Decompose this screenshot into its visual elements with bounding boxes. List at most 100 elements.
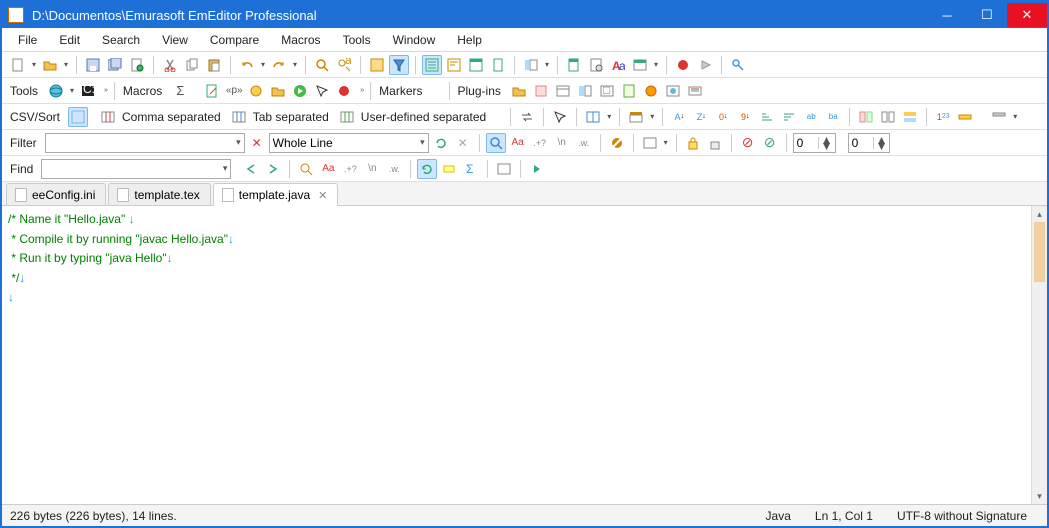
cmd-icon[interactable]: C:\ bbox=[78, 81, 98, 101]
run-green-icon[interactable] bbox=[290, 81, 310, 101]
negative-icon[interactable] bbox=[607, 133, 627, 153]
menu-tools[interactable]: Tools bbox=[333, 30, 381, 50]
macro-folder-icon[interactable] bbox=[268, 81, 288, 101]
count-icon[interactable]: Σ bbox=[461, 159, 481, 179]
ruler-icon[interactable] bbox=[955, 107, 975, 127]
cut-icon[interactable] bbox=[160, 55, 180, 75]
editor-area[interactable]: /* Name it "Hello.java" ↓ * Compile it b… bbox=[2, 206, 1047, 504]
overflow-icon[interactable]: » bbox=[100, 87, 108, 94]
font-icon[interactable]: Aa bbox=[608, 55, 628, 75]
sort-num-asc-icon[interactable]: 0↓ bbox=[713, 107, 733, 127]
line-num-icon[interactable]: 123 bbox=[933, 107, 953, 127]
wrap-around-icon[interactable] bbox=[417, 159, 437, 179]
redo-icon[interactable] bbox=[269, 55, 289, 75]
plugin-6-icon[interactable] bbox=[619, 81, 639, 101]
normal-mode-icon[interactable] bbox=[68, 107, 88, 127]
lines-above-spinner[interactable]: ▲▼ bbox=[793, 133, 836, 153]
filter-combo[interactable]: ▾ bbox=[45, 133, 245, 153]
plugin-1-icon[interactable] bbox=[509, 81, 529, 101]
tab-sep-label[interactable]: Tab separated bbox=[251, 110, 335, 124]
maximize-button[interactable]: ☐ bbox=[967, 3, 1007, 27]
menu-help[interactable]: Help bbox=[447, 30, 492, 50]
menu-macros[interactable]: Macros bbox=[271, 30, 330, 50]
sort-az-icon[interactable]: A↓ bbox=[669, 107, 689, 127]
wrap-page-icon[interactable] bbox=[488, 55, 508, 75]
wrap-window-icon[interactable] bbox=[466, 55, 486, 75]
plugin-3-icon[interactable] bbox=[553, 81, 573, 101]
sort-num-desc-icon[interactable]: 9↓ bbox=[735, 107, 755, 127]
macro-tool-icon[interactable] bbox=[246, 81, 266, 101]
lock-icon[interactable] bbox=[683, 133, 703, 153]
menu-window[interactable]: Window bbox=[383, 30, 446, 50]
menu-view[interactable]: View bbox=[152, 30, 198, 50]
dropdown-caret-icon[interactable]: ▾ bbox=[652, 60, 660, 69]
advanced-find-icon[interactable] bbox=[494, 159, 514, 179]
dedup-icon[interactable] bbox=[856, 107, 876, 127]
tab-eeconfig[interactable]: eeConfig.ini bbox=[6, 183, 106, 205]
plugin-2-icon[interactable] bbox=[531, 81, 551, 101]
block-icon[interactable]: ⊘ bbox=[760, 133, 780, 153]
properties-icon[interactable] bbox=[586, 55, 606, 75]
tab-close-icon[interactable]: ✕ bbox=[318, 189, 327, 202]
dropdown-caret-icon[interactable]: ▾ bbox=[259, 60, 267, 69]
save-all-icon[interactable] bbox=[105, 55, 125, 75]
dropdown-caret-icon[interactable]: ▾ bbox=[605, 112, 613, 121]
regex-icon[interactable]: .+? bbox=[530, 133, 550, 153]
menu-compare[interactable]: Compare bbox=[200, 30, 269, 50]
comma-sep-label[interactable]: Comma separated bbox=[120, 110, 227, 124]
find-icon[interactable] bbox=[312, 55, 332, 75]
wrap-char-icon[interactable] bbox=[444, 55, 464, 75]
key-icon[interactable] bbox=[728, 55, 748, 75]
dropdown-caret-icon[interactable]: ▾ bbox=[648, 112, 656, 121]
user-sep-label[interactable]: User-defined separated bbox=[359, 110, 492, 124]
find-escape-icon[interactable]: \n bbox=[362, 159, 382, 179]
highlight-icon[interactable] bbox=[439, 159, 459, 179]
wrap-none-icon[interactable] bbox=[422, 55, 442, 75]
adjust-cols-icon[interactable] bbox=[583, 107, 603, 127]
save-icon[interactable] bbox=[83, 55, 103, 75]
comma-sep-icon[interactable] bbox=[98, 107, 118, 127]
convert-icon[interactable] bbox=[517, 107, 537, 127]
refresh-filter-icon[interactable] bbox=[431, 133, 451, 153]
open-file-icon[interactable] bbox=[40, 55, 60, 75]
filter-mode-combo[interactable]: Whole Line▾ bbox=[269, 133, 429, 153]
whole-word-icon[interactable]: .w. bbox=[574, 133, 594, 153]
close-button[interactable]: ✕ bbox=[1007, 3, 1047, 27]
param-icon[interactable]: «p» bbox=[224, 81, 244, 101]
lines-below-spinner[interactable]: ▲▼ bbox=[848, 133, 891, 153]
menu-file[interactable]: File bbox=[8, 30, 47, 50]
plugin-8-icon[interactable] bbox=[663, 81, 683, 101]
heading-icon[interactable] bbox=[626, 107, 646, 127]
dropdown-caret-icon[interactable]: ▾ bbox=[543, 60, 551, 69]
dropdown-caret-icon[interactable]: ▾ bbox=[291, 60, 299, 69]
dropdown-caret-icon[interactable]: ▾ bbox=[62, 60, 70, 69]
user-sep-icon[interactable] bbox=[337, 107, 357, 127]
outline-icon[interactable] bbox=[521, 55, 541, 75]
scroll-up-icon[interactable]: ▴ bbox=[1032, 206, 1047, 222]
copy-icon[interactable] bbox=[182, 55, 202, 75]
reload-icon[interactable] bbox=[127, 55, 147, 75]
overflow-icon[interactable]: » bbox=[356, 87, 364, 94]
status-language[interactable]: Java bbox=[754, 509, 803, 523]
menu-search[interactable]: Search bbox=[92, 30, 150, 50]
plugin-7-icon[interactable] bbox=[641, 81, 661, 101]
filter-close-icon[interactable]: ✕ bbox=[247, 133, 267, 153]
cursor-run-icon[interactable] bbox=[312, 81, 332, 101]
plugin-9-icon[interactable] bbox=[685, 81, 705, 101]
vertical-scrollbar[interactable]: ▴ ▾ bbox=[1031, 206, 1047, 504]
incremental-find-icon[interactable] bbox=[296, 159, 316, 179]
tab-template-tex[interactable]: template.tex bbox=[108, 183, 210, 205]
sort-za-icon[interactable]: Z↓ bbox=[691, 107, 711, 127]
unlock-icon[interactable] bbox=[705, 133, 725, 153]
case-aa-icon[interactable]: Aa bbox=[508, 133, 528, 153]
sort-len-desc-icon[interactable] bbox=[779, 107, 799, 127]
output-bar-icon[interactable] bbox=[367, 55, 387, 75]
scroll-down-icon[interactable]: ▾ bbox=[1032, 488, 1047, 504]
find-prev-icon[interactable] bbox=[241, 159, 261, 179]
code-content[interactable]: /* Name it "Hello.java" ↓ * Compile it b… bbox=[2, 206, 1047, 312]
customize-icon[interactable] bbox=[630, 55, 650, 75]
sort-words-asc-icon[interactable]: ab bbox=[801, 107, 821, 127]
stop-macro-icon[interactable] bbox=[334, 81, 354, 101]
paste-icon[interactable] bbox=[204, 55, 224, 75]
escape-icon[interactable]: \n bbox=[552, 133, 572, 153]
